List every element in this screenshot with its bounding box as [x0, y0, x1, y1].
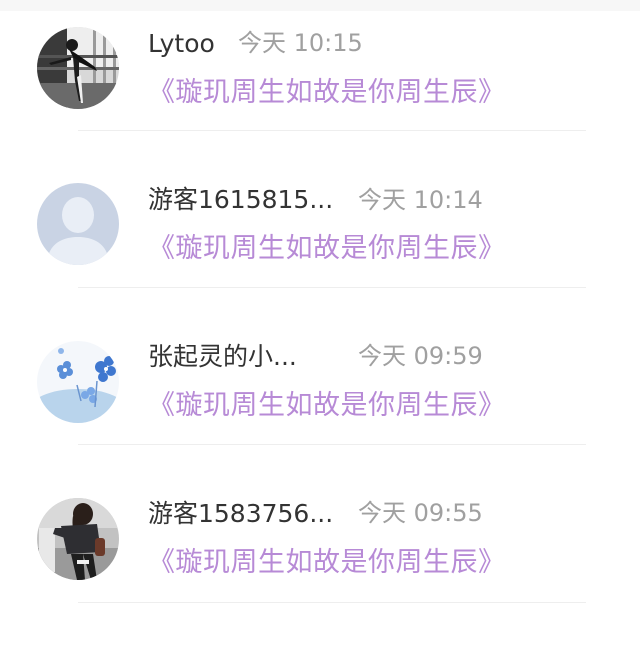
- comment-username[interactable]: Lytoo: [148, 29, 215, 59]
- comment-time: 今天 10:15: [238, 29, 363, 57]
- top-status-strip: [0, 0, 640, 11]
- comment-message: 《璇玑周生如故是你周生辰》: [148, 547, 506, 578]
- girl-photo-avatar-image: [37, 498, 119, 580]
- comment-time: 今天 10:14: [358, 186, 483, 214]
- comment-item[interactable]: 游客1583756... 今天 09:55 《璇玑周生如故是你周生辰》: [0, 482, 640, 639]
- comment-divider: [78, 444, 586, 445]
- dancer-photo-avatar[interactable]: [37, 27, 119, 109]
- comment-time: 今天 09:59: [358, 342, 483, 370]
- comment-message: 《璇玑周生如故是你周生辰》: [148, 233, 506, 264]
- comment-divider: [78, 287, 586, 288]
- default-user-avatar[interactable]: [37, 183, 119, 265]
- comment-message: 《璇玑周生如故是你周生辰》: [148, 77, 506, 108]
- comment-username[interactable]: 游客1615815...: [148, 185, 333, 215]
- comment-divider: [78, 602, 586, 603]
- comment-divider: [78, 130, 586, 131]
- comment-item[interactable]: 游客1615815... 今天 10:14 《璇玑周生如故是你周生辰》: [0, 168, 640, 325]
- comment-item[interactable]: Lytoo 今天 10:15 《璇玑周生如故是你周生辰》: [0, 11, 640, 168]
- comment-username[interactable]: 游客1583756...: [148, 499, 333, 529]
- dancer-photo-avatar-image: [37, 27, 119, 109]
- girl-photo-avatar[interactable]: [37, 498, 119, 580]
- blue-flowers-avatar[interactable]: [37, 341, 119, 423]
- blue-flowers-avatar-image: [37, 341, 119, 423]
- comment-time: 今天 09:55: [358, 499, 483, 527]
- default-user-avatar-image: [37, 183, 119, 265]
- comment-message: 《璇玑周生如故是你周生辰》: [148, 390, 506, 421]
- comment-username[interactable]: 张起灵的小...: [148, 342, 297, 372]
- comment-item[interactable]: 张起灵的小... 今天 09:59 《璇玑周生如故是你周生辰》: [0, 325, 640, 482]
